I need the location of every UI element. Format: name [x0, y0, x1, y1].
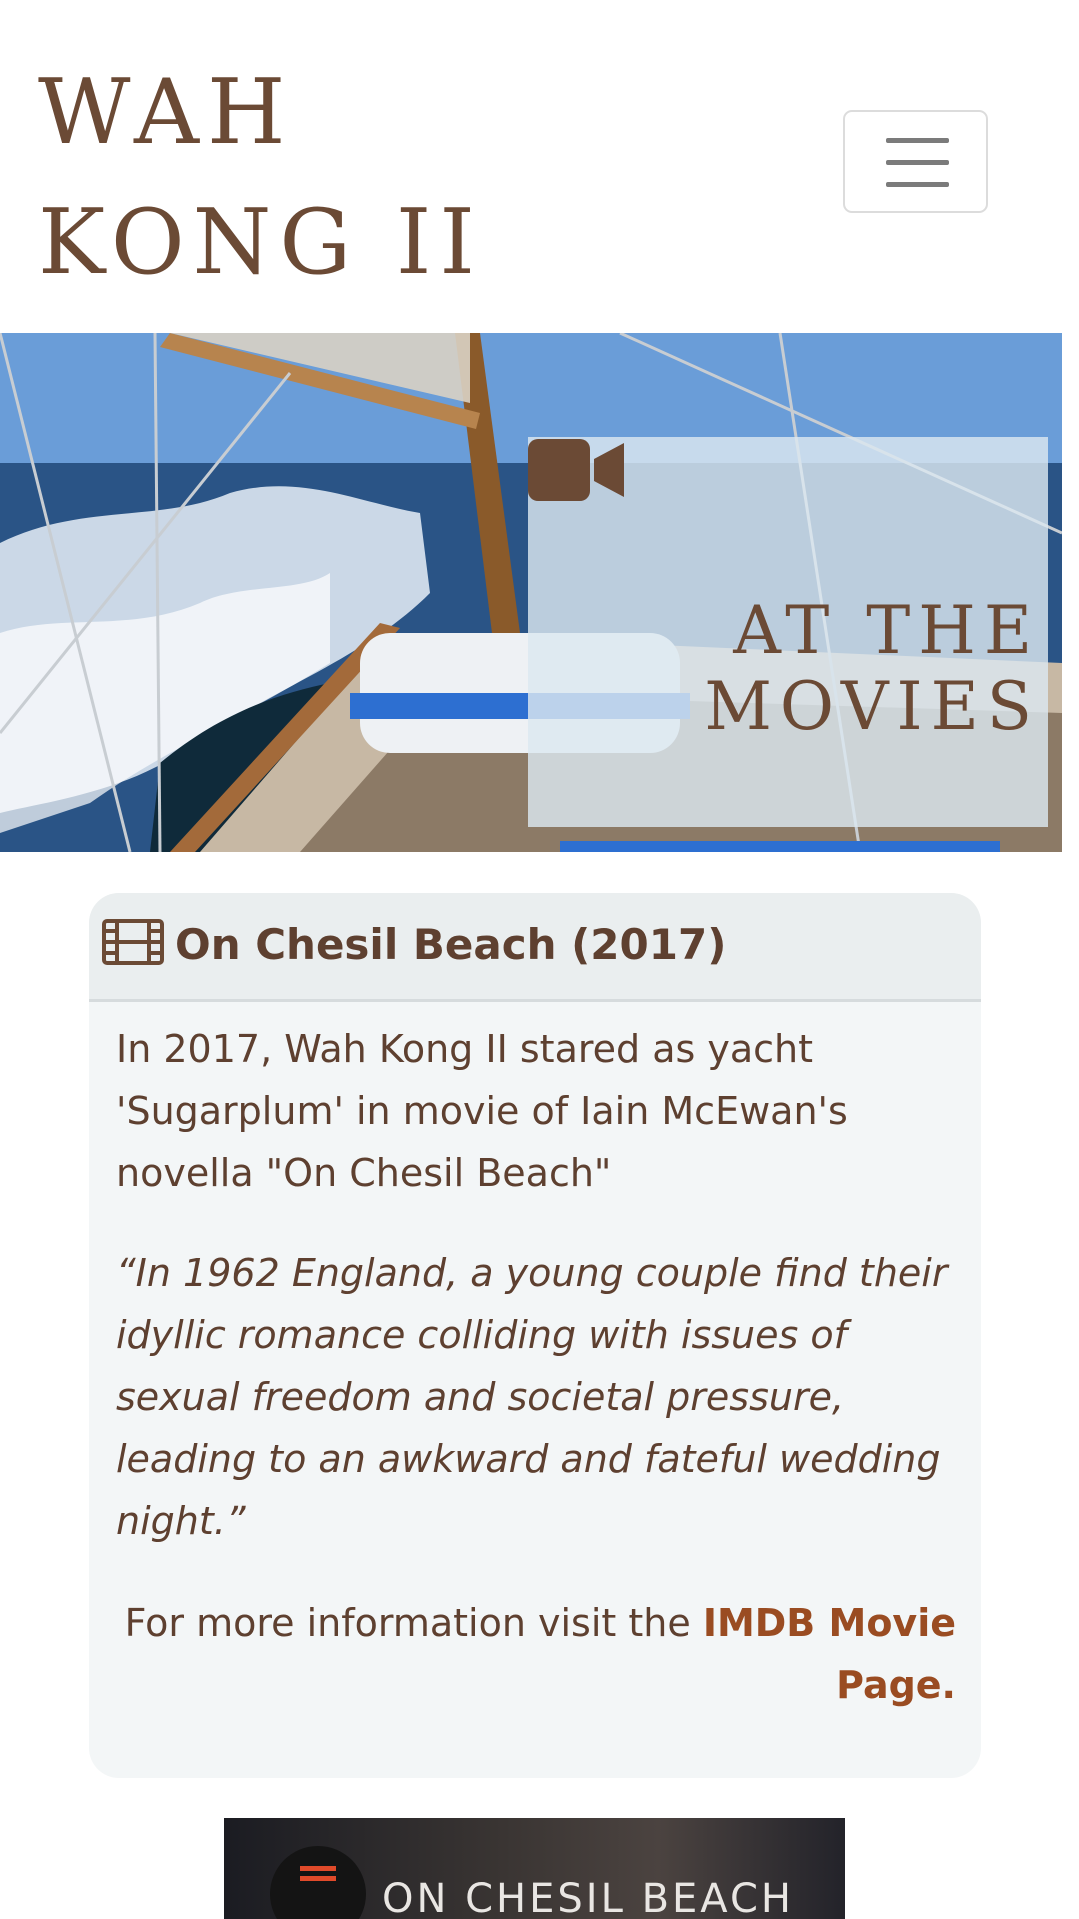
movie-card-title: On Chesil Beach (2017): [175, 920, 727, 969]
menu-toggle-button[interactable]: [843, 110, 988, 213]
hero-panel: AT THE MOVIES: [528, 437, 1048, 827]
more-info-prefix: For more information visit the: [124, 1601, 703, 1645]
logo-stripe: [300, 1866, 336, 1871]
movie-quote: “In 1962 England, a young couple find th…: [116, 1251, 948, 1543]
brand-line-1[interactable]: WAH: [38, 48, 483, 178]
video-camera-icon: [528, 439, 624, 501]
hero-title-line-2: MOVIES: [704, 668, 1040, 745]
hero-title: AT THE MOVIES: [704, 593, 1040, 745]
video-embed[interactable]: ON CHESIL BEACH: [224, 1818, 845, 1919]
site-brand[interactable]: WAH KONG II: [38, 48, 483, 308]
channel-logo-icon: [270, 1846, 366, 1919]
hamburger-icon-bar: [886, 160, 949, 165]
hero-banner: AT THE MOVIES: [0, 333, 1062, 852]
video-title: ON CHESIL BEACH: [382, 1876, 794, 1919]
site-header: WAH KONG II: [0, 0, 1079, 333]
hamburger-icon: [886, 138, 949, 143]
logo-stripe: [300, 1876, 336, 1881]
more-info-text: For more information visit the IMDB Movi…: [116, 1592, 956, 1716]
hamburger-icon-bar: [886, 182, 949, 187]
movie-card: On Chesil Beach (2017) In 2017, Wah Kong…: [89, 893, 981, 1778]
brand-line-2[interactable]: KONG II: [38, 178, 483, 308]
imdb-link[interactable]: IMDB Movie Page.: [703, 1601, 956, 1707]
movie-card-header: On Chesil Beach (2017): [89, 893, 981, 1002]
movie-card-body: In 2017, Wah Kong II stared as yacht 'Su…: [116, 1018, 956, 1716]
hero-title-line-1: AT THE: [733, 592, 1040, 669]
film-icon: [102, 919, 164, 965]
movie-description: In 2017, Wah Kong II stared as yacht 'Su…: [116, 1027, 848, 1195]
